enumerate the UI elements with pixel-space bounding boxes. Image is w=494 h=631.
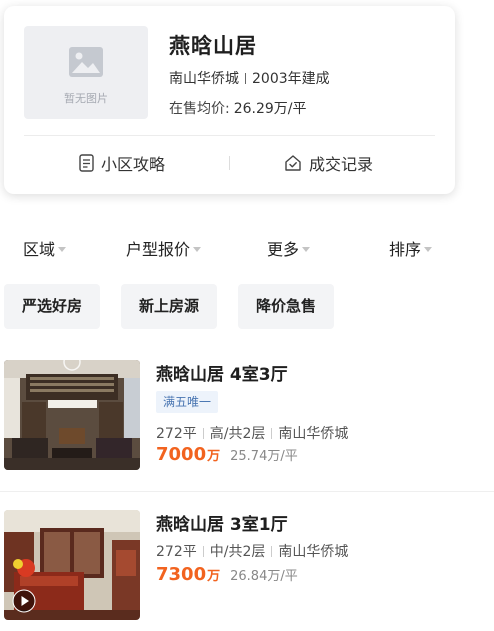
- listing-info: 272平 高/共2层 南山华侨城: [156, 423, 348, 443]
- listing-price: 7300万 26.84万/平: [156, 564, 298, 585]
- tag-selected-homes[interactable]: 严选好房: [4, 284, 101, 329]
- community-name: 燕晗山居: [169, 34, 257, 58]
- listing-unit-price: 26.84万/平: [230, 569, 298, 584]
- tag-price-reduced[interactable]: 降价急售: [238, 284, 335, 329]
- filter-region-label: 区域: [23, 240, 56, 259]
- listing-badge: 满五唯一: [156, 391, 219, 413]
- play-video-icon[interactable]: [12, 589, 36, 613]
- filter-region[interactable]: 区域: [23, 236, 67, 260]
- caret-down-icon: [58, 247, 67, 252]
- listing-floor: 高/共2层: [209, 426, 266, 442]
- listing-total-price: 7300: [156, 564, 207, 585]
- listing-title: 燕晗山居 4室3厅: [156, 365, 288, 385]
- community-area: 南山华侨城: [169, 71, 239, 87]
- house-check-icon: [285, 155, 301, 171]
- filter-more-label: 更多: [267, 240, 300, 259]
- listing-unit-price: 25.74万/平: [230, 449, 298, 464]
- meta-separator: [245, 73, 246, 84]
- listing-total-price: 7000: [156, 444, 207, 465]
- filter-bar: 区域 户型报价 更多 排序: [0, 236, 494, 262]
- caret-down-icon: [193, 247, 202, 252]
- listing-info: 272平 中/共2层 南山华侨城: [156, 541, 348, 561]
- listing-size: 272平: [156, 426, 197, 442]
- info-separator: [202, 546, 204, 557]
- listing-total-unit: 万: [207, 449, 221, 464]
- info-separator: [202, 428, 204, 439]
- avg-price-label: 在售均价:: [169, 101, 230, 117]
- caret-down-icon: [424, 247, 433, 252]
- list-divider: [0, 491, 494, 492]
- info-separator: [271, 546, 273, 557]
- listing-item[interactable]: 燕晗山居 4室3厅 满五唯一 272平 高/共2层 南山华侨城 7000万 25.74…: [4, 360, 494, 470]
- community-guide-label: 小区攻略: [101, 155, 166, 174]
- listing-floor: 中/共2层: [209, 544, 266, 560]
- community-card: 暂无图片 燕晗山居 南山华侨城 2003年建成 在售均价: 26.29万/平 小区攻…: [4, 6, 455, 194]
- transaction-records-label: 成交记录: [309, 155, 374, 174]
- listing-size: 272平: [156, 544, 197, 560]
- community-actions: 小区攻略 成交记录: [4, 136, 455, 192]
- tag-new-listings[interactable]: 新上房源: [121, 284, 218, 329]
- community-avg-price: 在售均价: 26.29万/平: [169, 98, 307, 118]
- document-icon: [79, 154, 94, 172]
- filter-more[interactable]: 更多: [267, 236, 311, 260]
- action-separator: [229, 156, 230, 170]
- filter-layout-price[interactable]: 户型报价: [126, 236, 202, 260]
- no-image-text: 暂无图片: [64, 92, 108, 105]
- community-built-year: 2003年建成: [252, 71, 330, 87]
- image-icon: [69, 47, 103, 77]
- info-separator: [271, 428, 273, 439]
- filter-sort[interactable]: 排序: [389, 236, 433, 260]
- listing-total-unit: 万: [207, 569, 221, 584]
- listing-item[interactable]: 燕晗山居 3室1厅 272平 中/共2层 南山华侨城 7300万 26.84万/平: [4, 510, 494, 620]
- avg-price-value: 26.29万/平: [233, 101, 307, 117]
- community-guide-button[interactable]: 小区攻略: [79, 150, 165, 176]
- filter-layout-price-label: 户型报价: [126, 240, 191, 259]
- listing-photo: [4, 360, 140, 470]
- listing-title: 燕晗山居 3室1厅: [156, 515, 288, 535]
- listing-area: 南山华侨城: [278, 544, 349, 560]
- transaction-records-button[interactable]: 成交记录: [284, 150, 373, 176]
- listing-photo: [4, 510, 140, 620]
- caret-down-icon: [302, 247, 311, 252]
- listing-price: 7000万 25.74万/平: [156, 444, 298, 465]
- community-meta: 南山华侨城 2003年建成: [169, 68, 330, 88]
- community-thumbnail-placeholder: 暂无图片: [24, 26, 148, 119]
- listing-area: 南山华侨城: [278, 426, 349, 442]
- filter-sort-label: 排序: [389, 240, 422, 259]
